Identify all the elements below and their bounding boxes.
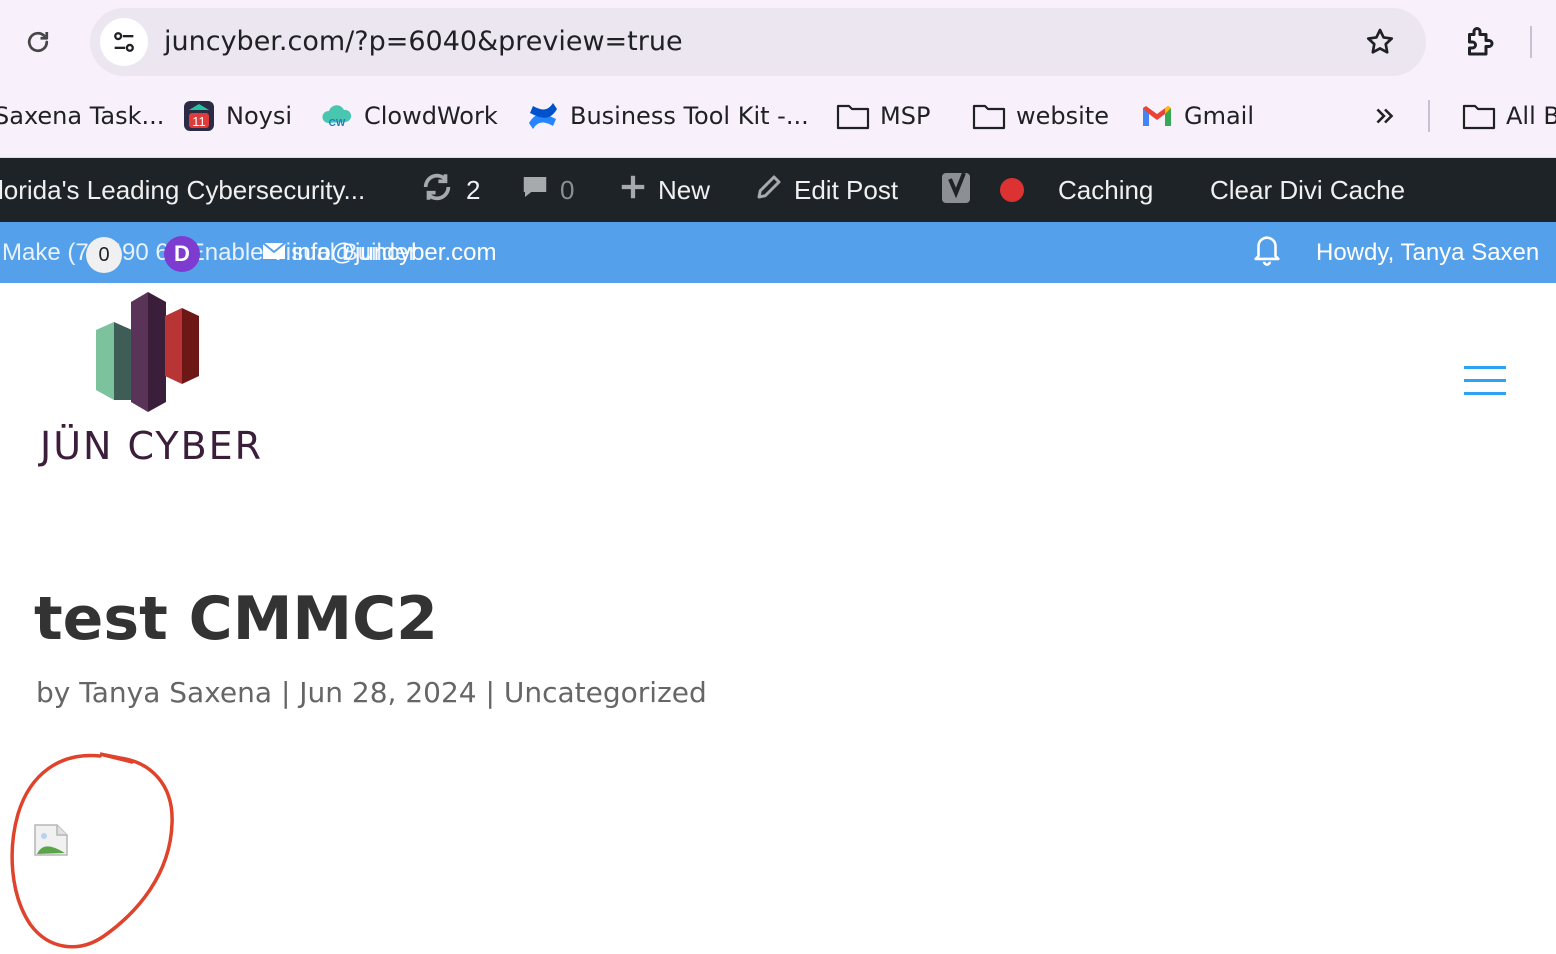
divi-icon[interactable]: D <box>164 236 200 272</box>
svg-text:11: 11 <box>192 114 206 129</box>
category-link[interactable]: Uncategorized <box>504 676 707 709</box>
seo-status-dot <box>1000 178 1024 202</box>
admin-yoast[interactable] <box>940 158 1024 222</box>
bookmark-saxena-task[interactable]: Saxena Task... <box>0 90 164 142</box>
bookmark-label: website <box>1016 102 1109 130</box>
bookmark-all-bookmarks[interactable]: All B <box>1462 90 1556 142</box>
mobile-menu-icon[interactable] <box>1464 366 1506 396</box>
browser-chrome: juncyber.com/?p=6040&preview=true Saxena… <box>0 0 1556 158</box>
url-text[interactable]: juncyber.com/?p=6040&preview=true <box>164 8 683 76</box>
admin-edit-post-button[interactable]: Edit Post <box>754 158 898 222</box>
folder-icon <box>972 99 1006 133</box>
admin-comments[interactable]: 0 <box>520 158 574 222</box>
notifications-bell[interactable] <box>1250 222 1284 283</box>
meta-separator: | <box>485 676 495 709</box>
double-chevron-right-icon <box>1368 99 1402 133</box>
folder-icon <box>1462 99 1496 133</box>
bookmark-label: Gmail <box>1184 102 1255 130</box>
bookmark-label: All B <box>1506 102 1556 130</box>
site-name-label: lorida's Leading Cybersecurity... <box>0 174 366 205</box>
howdy-user[interactable]: Howdy, Tanya Saxen <box>1316 222 1539 283</box>
extensions-icon[interactable] <box>1460 22 1500 62</box>
admin-updates[interactable]: 2 <box>418 158 480 222</box>
bookmark-folder-msp[interactable]: MSP <box>836 90 930 142</box>
gmail-icon <box>1140 99 1174 133</box>
site-info-icon[interactable] <box>100 18 148 66</box>
admin-new-button[interactable]: New <box>618 158 710 222</box>
pencil-icon <box>754 172 784 209</box>
bookmark-star-icon[interactable] <box>1362 24 1398 60</box>
admin-clear-divi-cache[interactable]: Clear Divi Cache <box>1210 158 1405 222</box>
bell-icon <box>1250 230 1284 275</box>
email-text: info@juncyber.com <box>292 238 497 266</box>
clowdwork-icon: CW <box>320 99 354 133</box>
yoast-icon <box>940 167 976 214</box>
bookmarks-bar: Saxena Task... 11 Noysi CW ClowdWork Bus… <box>0 90 1556 142</box>
meta-by: by <box>36 676 71 709</box>
plus-icon <box>618 172 648 209</box>
bookmark-clowdwork[interactable]: CW ClowdWork <box>320 90 498 142</box>
updates-icon <box>418 170 456 211</box>
red-circle-annotation <box>0 744 190 954</box>
post-meta: by Tanya Saxena | Jun 28, 2024 | Uncateg… <box>36 676 707 709</box>
post-date: Jun 28, 2024 <box>299 676 477 709</box>
new-label: New <box>658 174 711 205</box>
bookmark-label: Saxena Task... <box>0 102 165 130</box>
bookmark-business-tool-kit[interactable]: Business Tool Kit -... <box>526 90 809 142</box>
admin-site-name[interactable]: lorida's Leading Cybersecurity... <box>0 158 365 222</box>
bookmark-gmail[interactable]: Gmail <box>1140 90 1254 142</box>
caching-label: Caching <box>1058 174 1154 205</box>
wp-admin-bar: lorida's Leading Cybersecurity... 2 0 Ne… <box>0 158 1556 222</box>
folder-icon <box>836 99 870 133</box>
svg-text:CW: CW <box>329 118 346 129</box>
bookmark-noysi[interactable]: 11 Noysi <box>182 90 292 142</box>
envelope-icon <box>262 239 286 267</box>
bookmark-folder-website[interactable]: website <box>972 90 1109 142</box>
confluence-icon <box>526 99 560 133</box>
comments-count: 0 <box>560 174 575 205</box>
updates-count: 2 <box>466 174 481 205</box>
meta-separator: | <box>280 676 291 709</box>
clear-cache-label: Clear Divi Cache <box>1210 174 1406 205</box>
edit-post-label: Edit Post <box>794 174 899 205</box>
admin-caching[interactable]: Caching <box>1058 158 1153 222</box>
bookmarks-overflow-button[interactable] <box>1368 90 1402 142</box>
bookmark-label: MSP <box>880 102 931 130</box>
comment-icon <box>520 172 550 209</box>
toolbar-divider <box>1530 26 1532 58</box>
noysi-icon: 11 <box>182 99 216 133</box>
author-link[interactable]: Tanya Saxena <box>79 676 272 709</box>
bookmarks-divider <box>1428 100 1430 132</box>
post-title: test CMMC2 <box>34 584 438 654</box>
notification-count-badge: 0 <box>86 237 122 273</box>
bookmark-label: ClowdWork <box>364 102 498 130</box>
bookmark-label: Business Tool Kit -... <box>570 102 809 130</box>
bookmark-label: Noysi <box>226 102 293 130</box>
howdy-label: Howdy, Tanya Saxen <box>1316 238 1540 266</box>
topbar-email[interactable]: info@juncyber.com <box>262 222 496 283</box>
reload-icon[interactable] <box>20 24 56 60</box>
address-bar[interactable]: juncyber.com/?p=6040&preview=true <box>90 8 1426 76</box>
divi-top-bar: Make (71 490 66 Enable Visual Builder in… <box>0 222 1556 283</box>
logo-text: JÜN CYBER <box>40 424 264 468</box>
